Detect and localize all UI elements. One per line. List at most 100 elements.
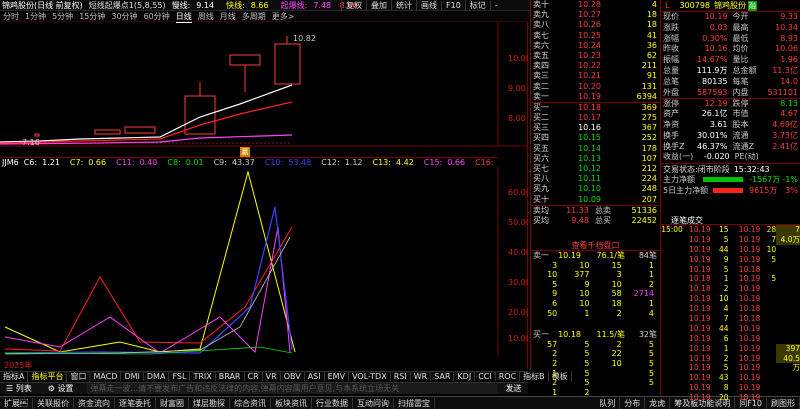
period-tab[interactable]: 周线 [198, 11, 214, 22]
order-book-row[interactable]: 买三 10.16 367 [531, 123, 660, 133]
indicator-tab[interactable]: CCI [475, 372, 496, 381]
status-tab[interactable]: 行业数据 [312, 397, 353, 409]
indicator-tab[interactable]: 指标A [0, 371, 29, 382]
buy-marker[interactable]: 赢 [240, 147, 250, 157]
indicator-tab[interactable]: 指标平台 [28, 371, 68, 382]
status-tab[interactable]: 扩展 [0, 397, 33, 409]
order-book-row[interactable]: 卖八 10.26 18 [531, 20, 660, 30]
indicator-tab[interactable]: DMI [121, 372, 144, 381]
tick-row[interactable]: 10.19 43 10.19 [661, 373, 800, 383]
status-tab[interactable]: 煤层勘探 [189, 397, 230, 409]
order-book-row[interactable]: 买八 10.11 224 [531, 174, 660, 184]
status-tab-right[interactable]: 队列 [595, 397, 621, 409]
tick-row[interactable]: 10.19 7 10.18 [661, 314, 800, 324]
chart-menu-item[interactable]: - [489, 1, 502, 10]
chart-menu-item[interactable]: 复权 [341, 0, 366, 11]
order-book-row[interactable]: 卖九 10.27 18 [531, 10, 660, 20]
indicator-tab[interactable]: VR [263, 372, 281, 381]
tick-row[interactable]: 10.19 6 10.19 [661, 334, 800, 344]
chart-menu-item[interactable]: 标记 [464, 0, 490, 11]
chart-menu-item[interactable]: F10 [441, 1, 465, 10]
settings-button[interactable]: ⚙ 设置 [48, 383, 74, 394]
tick-row[interactable]: 10.19 5 10.19 [661, 363, 800, 373]
price-chart[interactable]: 10.82 7.16 10.00 9.00 8.00 [0, 22, 528, 147]
period-tab[interactable]: 5分钟 [52, 11, 73, 22]
tick-row[interactable]: 10.19 10 10.19 [661, 294, 800, 304]
order-book-row[interactable]: 卖十 10.28 4 [531, 0, 660, 10]
status-tab[interactable]: 关联报价 [33, 397, 74, 409]
order-book-row[interactable]: 买七 10.12 212 [531, 164, 660, 174]
status-tab[interactable]: 财富圈 [156, 397, 189, 409]
view-thousand-button[interactable]: 查看千档盘口 [531, 240, 660, 251]
indicator-tab[interactable]: ASI [305, 372, 325, 381]
indicator-tab[interactable]: RSI [391, 372, 411, 381]
tick-row[interactable]: 10.18 2 10.19 [661, 284, 800, 294]
indicator-tab[interactable]: KDJ [454, 372, 476, 381]
period-tab[interactable]: 日线 [175, 11, 192, 23]
indicator-tab[interactable]: SAR [431, 372, 455, 381]
order-book-row[interactable]: 卖五 10.23 62 [531, 51, 660, 61]
tick-row[interactable]: 10.19 44 10.19 10 [661, 245, 800, 255]
tick-row[interactable]: 10.19 5 10.19 7 4.0万 [661, 234, 800, 245]
indicator-tab[interactable]: FSL [169, 372, 191, 381]
period-tab[interactable]: 30分钟 [111, 11, 137, 22]
period-tab[interactable]: 1分钟 [25, 11, 46, 22]
tick-row[interactable]: 10.19 5 10.18 [661, 265, 800, 275]
status-tab[interactable]: 逐笔委托 [115, 397, 156, 409]
send-button[interactable]: 发送 [505, 383, 521, 394]
indicator-tab[interactable]: ROC [496, 372, 521, 381]
indicator-tab[interactable]: CR [245, 372, 263, 381]
list-button[interactable]: ☰ 列表 [6, 383, 32, 394]
indicator-tab[interactable]: OBV [281, 372, 305, 381]
indicator-name[interactable]: JJM6 [2, 158, 19, 167]
order-book-row[interactable]: 卖六 10.24 36 [531, 41, 660, 51]
order-book-row[interactable]: 卖二 10.20 131 [531, 82, 660, 92]
indicator-tab[interactable]: EMV [325, 372, 350, 381]
indicator-tab[interactable]: VOL-TDX [349, 372, 391, 381]
period-tab[interactable]: 60分钟 [144, 11, 170, 22]
order-book-row[interactable]: 卖一 10.19 6394 [531, 92, 660, 102]
order-book-row[interactable]: 买十 10.09 207 [531, 195, 660, 205]
period-tab[interactable]: 分时 [3, 11, 19, 22]
chart-menu-item[interactable]: 画线 [416, 0, 441, 11]
order-book-row[interactable]: 买九 10.10 248 [531, 184, 660, 194]
order-book-row[interactable]: 买四 10.15 252 [531, 133, 660, 143]
status-tab[interactable]: 扫描雷宝 [394, 397, 435, 409]
tick-row[interactable]: 10.19 9 10.19 5 [661, 255, 800, 265]
chart-menu-item[interactable]: 统计 [391, 0, 416, 11]
period-tab[interactable]: 多周期 [242, 11, 266, 22]
order-book-row[interactable]: 买六 10.13 107 [531, 154, 660, 164]
order-book-row[interactable]: 买二 10.17 275 [531, 113, 660, 123]
chart-menu-item[interactable]: 叠加 [366, 0, 391, 11]
indicator-tab[interactable]: WR [411, 372, 432, 381]
indicator-tab[interactable]: DMA [144, 372, 170, 381]
order-book-row[interactable]: 卖七 10.25 41 [531, 31, 660, 41]
tick-row[interactable]: 10.19 8 10.19 [661, 383, 800, 393]
status-tab[interactable]: 互动问询 [353, 397, 394, 409]
status-tab-right[interactable]: 分布 [620, 397, 646, 409]
tick-row[interactable]: 15:00 10.19 15 10.19 28 7 [661, 225, 800, 235]
status-tab[interactable]: 综合资讯 [230, 397, 271, 409]
order-book-row[interactable]: 买五 10.14 178 [531, 144, 660, 154]
period-tab[interactable]: 15分钟 [79, 11, 105, 22]
tick-row[interactable]: 10.19 44 10.19 [661, 324, 800, 334]
indicator-chart[interactable]: 60.00 50.00 40.00 30.00 20.00 10.00 [0, 167, 528, 357]
indicator-tab[interactable]: MACD [90, 372, 122, 381]
indicator-tab[interactable]: 窗口 [67, 371, 91, 382]
tick-row[interactable]: 10.19 20 10.19 [661, 393, 800, 403]
tick-row[interactable]: 10.18 1 10.19 5 [661, 274, 800, 284]
indicator-tab[interactable]: TRIX [190, 372, 216, 381]
order-book-row[interactable]: 卖四 10.22 211 [531, 61, 660, 71]
period-tab[interactable]: 更多> [272, 11, 295, 22]
period-tab[interactable]: 月线 [220, 11, 236, 22]
indicator-tab[interactable]: BRAR [216, 372, 245, 381]
barrage-input[interactable]: 弹幕走一波...请不要发布广告和违反法律的内容,弹幕内容属用户意见,与本系统立场… [87, 383, 498, 394]
status-tab[interactable]: 板块资讯 [271, 397, 312, 409]
order-book-row[interactable]: 卖三 10.21 91 [531, 71, 660, 81]
status-tab[interactable]: 资金流向 [74, 397, 115, 409]
tick-row[interactable]: 10.19 2 10.19 40.5万 [661, 353, 800, 372]
tick-row[interactable]: 10.19 4 10.18 [661, 304, 800, 314]
indicator-name[interactable]: 短线起爆点1(5,8,55) [89, 0, 166, 11]
order-book-row[interactable]: 买一 10.18 369 [531, 103, 660, 113]
tick-row[interactable]: 10.19 1 10.19 397 [661, 343, 800, 354]
